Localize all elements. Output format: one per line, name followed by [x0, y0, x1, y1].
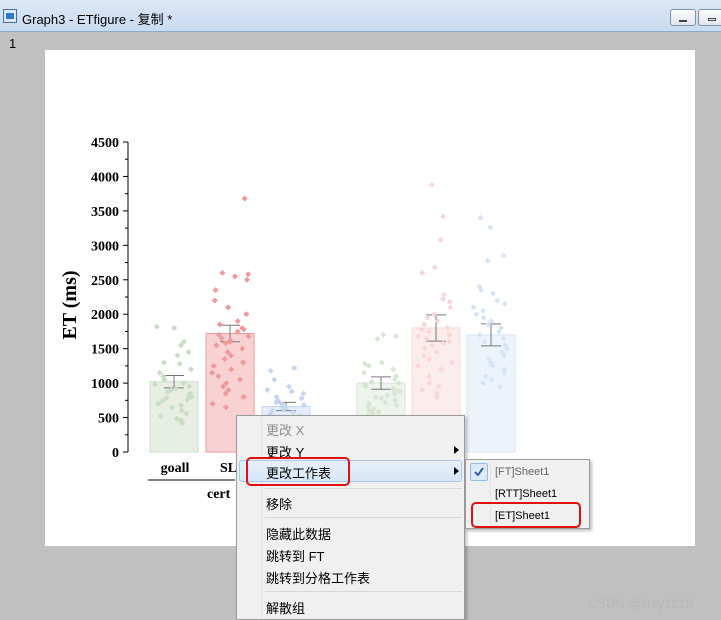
- data-point[interactable]: [470, 304, 477, 311]
- submenu-item-ft-sheet1[interactable]: [FT]Sheet1: [495, 466, 549, 478]
- y-tick-label: 2500: [91, 274, 119, 289]
- data-point[interactable]: [225, 304, 232, 311]
- window-title: Graph3 - ETfigure - 复制 *: [22, 12, 173, 27]
- menu-item-goto-ft[interactable]: 跳转到 FT: [266, 546, 325, 565]
- minimize-icon: [679, 20, 687, 22]
- data-point[interactable]: [487, 224, 494, 231]
- submenu-item-rtt-sheet1[interactable]: [RTT]Sheet1: [495, 488, 557, 500]
- data-point[interactable]: [361, 369, 368, 376]
- data-point[interactable]: [421, 321, 428, 328]
- data-point[interactable]: [288, 388, 295, 395]
- data-point[interactable]: [480, 307, 487, 314]
- menu-item-goto-split-sheet[interactable]: 跳转到分格工作表: [266, 568, 370, 587]
- x-group-label: cert: [207, 487, 231, 502]
- y-tick-label: 2000: [91, 308, 119, 323]
- y-tick-label: 1500: [91, 343, 119, 358]
- menu-item-hide-data[interactable]: 隐藏此数据: [266, 524, 331, 543]
- restore-icon: [708, 18, 716, 21]
- y-axis-title: ET (ms): [59, 270, 81, 339]
- data-point[interactable]: [473, 311, 480, 318]
- y-tick-label: 4000: [91, 170, 119, 185]
- menu-item-ungroup[interactable]: 解散组: [266, 598, 305, 617]
- data-point[interactable]: [500, 252, 507, 259]
- x-tick-label-goall: goall: [161, 461, 190, 476]
- window-title-bar[interactable]: Graph3 - ETfigure - 复制 *: [0, 0, 721, 32]
- y-tick-label: 3500: [91, 205, 119, 220]
- menu-item-remove[interactable]: 移除: [266, 494, 292, 513]
- data-point[interactable]: [501, 300, 508, 307]
- data-point[interactable]: [392, 333, 399, 340]
- data-point[interactable]: [188, 366, 195, 373]
- x-tick-label-sl: SL: [220, 461, 237, 476]
- y-tick-label: 3000: [91, 239, 119, 254]
- y-axis: 0 500 1000 1500 2000 2500 3000 3500 4000 4500: [91, 136, 129, 461]
- data-point[interactable]: [234, 318, 241, 325]
- data-point[interactable]: [390, 366, 397, 373]
- bar[interactable]: [466, 334, 516, 453]
- data-point[interactable]: [446, 298, 453, 305]
- menu-gutter: [261, 418, 262, 619]
- data-point[interactable]: [211, 297, 218, 304]
- submenu-arrow-icon: [454, 446, 459, 454]
- watermark: CSDN @linly1219: [588, 596, 693, 611]
- data-point[interactable]: [447, 304, 454, 311]
- data-point[interactable]: [271, 376, 278, 383]
- data-point[interactable]: [264, 387, 271, 393]
- data-point[interactable]: [480, 314, 487, 321]
- checkmark-box: [470, 463, 488, 481]
- data-point[interactable]: [241, 195, 248, 202]
- annotation-box-et-sheet1: [471, 502, 581, 528]
- data-point[interactable]: [494, 297, 501, 304]
- data-point[interactable]: [231, 273, 238, 280]
- data-point[interactable]: [419, 269, 426, 276]
- data-point[interactable]: [267, 367, 274, 374]
- data-point[interactable]: [378, 359, 385, 366]
- layer-number-tab[interactable]: 1: [9, 36, 16, 51]
- data-point[interactable]: [216, 321, 223, 328]
- submenu-arrow-icon: [454, 467, 459, 475]
- data-point[interactable]: [489, 290, 496, 297]
- data-point[interactable]: [245, 271, 252, 278]
- data-point[interactable]: [161, 359, 168, 366]
- data-point[interactable]: [380, 331, 387, 338]
- data-point[interactable]: [428, 181, 435, 188]
- data-point[interactable]: [243, 276, 250, 283]
- data-point[interactable]: [437, 236, 444, 243]
- y-tick-label: 500: [98, 412, 119, 427]
- graph-window-icon[interactable]: [3, 9, 17, 23]
- data-point[interactable]: [477, 214, 484, 221]
- annotation-box-change-worksheet: [246, 457, 350, 486]
- menu-item-change-x[interactable]: 更改 X: [266, 420, 304, 439]
- data-point[interactable]: [171, 325, 178, 331]
- y-tick-label: 4500: [91, 136, 119, 151]
- menu-separator: [265, 517, 462, 518]
- data-point[interactable]: [243, 311, 250, 318]
- y-tick-label: 0: [112, 446, 119, 461]
- data-point[interactable]: [174, 352, 181, 359]
- data-point[interactable]: [285, 383, 292, 390]
- checkmark-icon: [474, 467, 484, 477]
- data-point[interactable]: [440, 213, 447, 220]
- data-point[interactable]: [291, 364, 298, 371]
- data-point[interactable]: [424, 314, 431, 321]
- data-point[interactable]: [374, 336, 381, 343]
- data-point[interactable]: [153, 323, 160, 330]
- menu-separator: [265, 591, 462, 592]
- menu-separator: [265, 488, 462, 489]
- data-point[interactable]: [212, 287, 219, 294]
- data-point[interactable]: [185, 349, 192, 356]
- restore-button[interactable]: [698, 9, 721, 26]
- y-tick-label: 1000: [91, 377, 119, 392]
- minimize-button[interactable]: [670, 9, 696, 26]
- context-menu: 更改 X 更改 Y 更改工作表 移除 隐藏此数据 跳转到 FT 跳转到分格工作表…: [236, 415, 465, 620]
- data-point[interactable]: [484, 257, 491, 264]
- data-point[interactable]: [431, 264, 438, 271]
- data-point[interactable]: [219, 269, 226, 276]
- data-point[interactable]: [176, 360, 183, 367]
- data-point[interactable]: [440, 296, 447, 303]
